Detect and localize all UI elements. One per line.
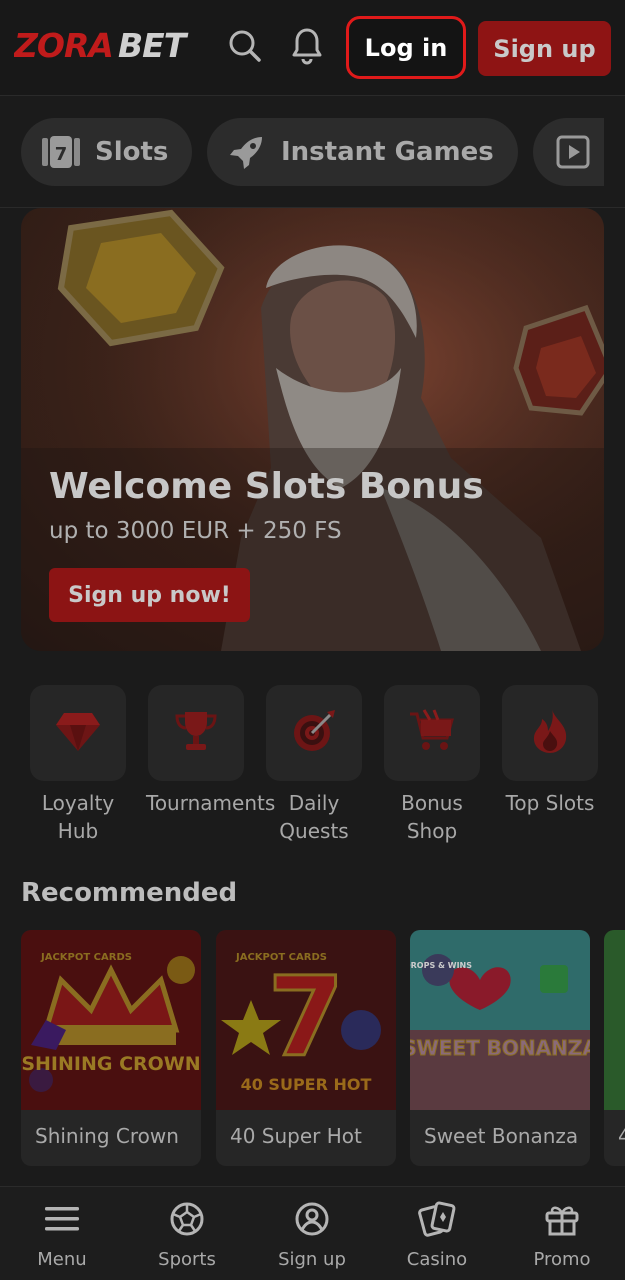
svg-text:BET: BET (118, 28, 189, 64)
game-card-40-super-hot[interactable]: JACKPOT CARDS 7 40 SUPER HOT 40 Super Ho… (216, 930, 396, 1166)
game-name: 40 Super Hot (230, 1124, 362, 1148)
quick-link-label: Tournaments (146, 791, 276, 815)
quick-links: Loyalty Hub Tournaments Daily Quests Bon… (28, 685, 608, 855)
zorabet-logo[interactable]: ZORA BET (14, 28, 209, 64)
diamond-icon (54, 709, 102, 757)
quick-link-daily-quests[interactable]: Daily Quests (264, 685, 364, 845)
quick-link-bonus-shop[interactable]: Bonus Shop (382, 685, 482, 845)
game-thumbnail (604, 930, 625, 1110)
quick-link-tournaments[interactable]: Tournaments (146, 685, 276, 817)
banner-signup-button[interactable]: Sign up now! (49, 568, 250, 622)
quick-link-loyalty-hub[interactable]: Loyalty Hub (28, 685, 128, 845)
nav-label: Sports (158, 1249, 216, 1270)
banner-subtitle: up to 3000 EUR + 250 FS (49, 518, 342, 544)
svg-text:7: 7 (268, 953, 345, 1081)
nav-casino[interactable]: Casino (387, 1199, 487, 1270)
game-art-text: SHINING CROWN (21, 1053, 200, 1075)
hamburger-icon (12, 1199, 112, 1239)
nav-sports[interactable]: Sports (137, 1199, 237, 1270)
promo-banner[interactable]: Welcome Slots Bonus up to 3000 EUR + 250… (21, 208, 604, 651)
flame-icon (530, 707, 570, 759)
category-bar: 7 Slots Instant Games (0, 96, 625, 208)
nav-promo[interactable]: Promo (512, 1199, 612, 1270)
quick-link-label: Bonus Shop (401, 791, 463, 843)
nav-label: Casino (406, 1249, 468, 1270)
soccer-ball-icon (137, 1199, 237, 1239)
game-card-partial[interactable]: 4 (604, 930, 625, 1166)
login-button[interactable]: Log in (346, 16, 466, 79)
recommended-title: Recommended (21, 878, 238, 908)
quick-link-label: Loyalty Hub (41, 791, 115, 843)
nav-menu[interactable]: Menu (12, 1199, 112, 1270)
target-icon (291, 708, 337, 758)
game-card-shining-crown[interactable]: JACKPOT CARDS SHINING CROWN Shining Crow… (21, 930, 201, 1166)
signup-button[interactable]: Sign up (478, 21, 611, 76)
game-card-sweet-bonanza[interactable]: DROPS & WINS SWEET BONANZA Sweet Bonanza (410, 930, 590, 1166)
game-art-text: 40 SUPER HOT (241, 1075, 372, 1094)
category-slots[interactable]: 7 Slots (21, 118, 192, 186)
game-name: 4 (618, 1124, 625, 1148)
category-instant-games[interactable]: Instant Games (207, 118, 518, 186)
trophy-icon (174, 708, 218, 758)
svg-text:7: 7 (55, 144, 68, 165)
gift-icon (512, 1199, 612, 1239)
search-icon[interactable] (225, 26, 265, 66)
scroll-edge (604, 96, 625, 207)
cart-icon (408, 708, 456, 758)
game-badge: JACKPOT CARDS (40, 952, 132, 963)
recommended-carousel: JACKPOT CARDS SHINING CROWN Shining Crow… (21, 930, 625, 1166)
slot-seven-icon: 7 (41, 132, 81, 172)
nav-label: Sign up (278, 1249, 346, 1270)
play-icon (553, 132, 593, 172)
game-name: Shining Crown (35, 1124, 179, 1148)
top-header: ZORA BET Log in Sign up (0, 0, 625, 96)
rocket-icon (227, 132, 267, 172)
svg-text:ZORA: ZORA (14, 28, 113, 64)
game-badge: DROPS & WINS (410, 961, 472, 970)
game-art-text: SWEET BONANZA (410, 1036, 590, 1060)
quick-link-label: Daily Quests (279, 791, 349, 843)
quick-link-label: Top Slots (505, 791, 595, 815)
bell-icon[interactable] (287, 26, 327, 66)
bottom-navigation: Menu Sports Sign up Casino Promo (0, 1186, 625, 1280)
banner-title: Welcome Slots Bonus (49, 466, 484, 507)
game-thumbnail: JACKPOT CARDS 7 40 SUPER HOT (216, 930, 396, 1110)
game-thumbnail: JACKPOT CARDS SHINING CROWN (21, 930, 201, 1110)
nav-signup[interactable]: Sign up (262, 1199, 362, 1270)
category-slots-label: Slots (95, 137, 169, 167)
nav-label: Menu (37, 1249, 87, 1270)
game-thumbnail: DROPS & WINS SWEET BONANZA (410, 930, 590, 1110)
nav-label: Promo (533, 1249, 591, 1270)
category-instant-games-label: Instant Games (281, 137, 494, 167)
user-icon (262, 1199, 362, 1239)
game-name: Sweet Bonanza (424, 1124, 579, 1148)
cards-icon (387, 1199, 487, 1239)
quick-link-top-slots[interactable]: Top Slots (500, 685, 600, 817)
